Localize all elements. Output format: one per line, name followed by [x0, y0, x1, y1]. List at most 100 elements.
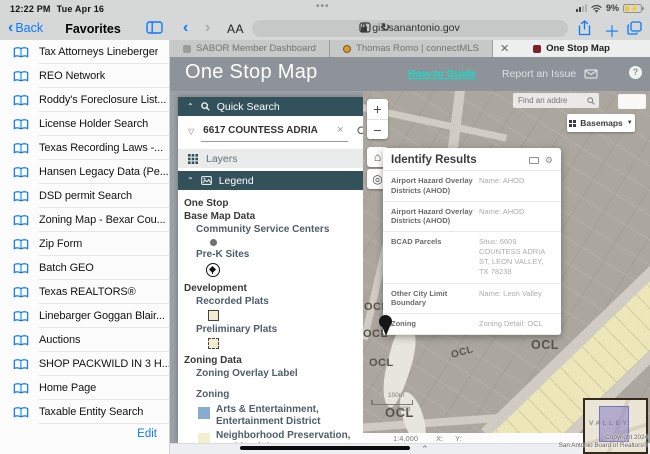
map-corner-control[interactable] [618, 94, 646, 109]
recorded-plats-swatch [208, 310, 219, 321]
zoom-out-button[interactable]: − [367, 119, 388, 139]
legend-layer: Community Service Centers [184, 223, 357, 236]
clear-search-icon[interactable]: × [337, 124, 347, 138]
connectmls-favicon [343, 45, 351, 53]
identify-row[interactable]: Airport Hazard Overlay Districts (AHOD)N… [383, 201, 561, 232]
favorite-item[interactable]: Taxable Entity Search [0, 400, 169, 424]
book-icon [13, 286, 29, 299]
collapse-chevron-icon[interactable]: ⌃ [187, 177, 194, 185]
sidebar-toggle-icon[interactable] [146, 21, 163, 34]
legend-entry: Neighborhood Preservation,Residential [184, 430, 357, 443]
favorite-item[interactable]: Tax Attorneys Lineberger [0, 40, 169, 64]
legend-entry: Arts & Entertainment,Entertainment Distr… [184, 404, 357, 427]
home-indicator[interactable] [240, 446, 410, 450]
legend-group: Development [184, 282, 357, 295]
address-bar[interactable]: gis.sanantonio.gov [252, 20, 568, 37]
new-tab-plus-icon[interactable]: ＋ [604, 18, 620, 42]
favorite-item[interactable]: License Holder Search [0, 112, 169, 136]
tab-connectmls[interactable]: Thomas Romo | connectMLS [330, 40, 493, 57]
favorite-item[interactable]: DSD permit Search [0, 184, 169, 208]
quick-search-input[interactable] [201, 125, 337, 138]
favorite-item[interactable]: REO Network [0, 64, 169, 88]
page-title: One Stop Map [185, 61, 318, 84]
charging-bolt-icon: ⚡ [629, 4, 639, 13]
find-address-box [513, 93, 599, 108]
favorite-item[interactable]: Roddy's Foreclosure List... [0, 88, 169, 112]
legend-header[interactable]: ⌃ Legend [178, 171, 363, 190]
legend-body: One Stop Base Map Data Community Service… [178, 190, 363, 443]
back-button[interactable]: ‹Back [8, 21, 43, 35]
identify-row[interactable]: BCAD ParcelsSitus: 6609 COUNTESS ADRIA S… [383, 231, 561, 283]
map-canvas[interactable]: OCL OCL OCL OCL OCL OCL 100m 400ft Basem… [363, 91, 650, 433]
tab-sabor-dashboard[interactable]: SABOR Member Dashboard [170, 40, 330, 57]
tab-overview-icon[interactable] [627, 21, 642, 35]
favorite-item[interactable]: Home Page [0, 376, 169, 400]
share-icon[interactable] [578, 20, 591, 36]
book-icon [13, 118, 29, 131]
zoom-controls: + − [367, 99, 388, 139]
book-icon [13, 70, 29, 83]
map-copyright: Copyright 2024 San Antonio Board of Real… [559, 434, 648, 450]
favorite-item[interactable]: Auctions [0, 328, 169, 352]
layers-widget[interactable]: Layers [178, 149, 363, 168]
dock-popup-icon[interactable] [529, 157, 539, 164]
favorite-item[interactable]: Zoning Map - Bexar Cou... [0, 208, 169, 232]
book-icon [13, 190, 29, 203]
book-icon [13, 238, 29, 251]
legend-group: Base Map Data [184, 210, 357, 223]
favorite-item[interactable]: Linebarger Goggan Blair... [0, 304, 169, 328]
book-icon [13, 358, 29, 371]
legend-image-icon [201, 176, 212, 185]
favorite-item[interactable]: Texas Recording Laws -... [0, 136, 169, 160]
safari-toolbar: ‹Back Favorites ‹ › AA gis.sanantonio.go… [0, 18, 650, 40]
edit-favorites-button[interactable]: Edit [137, 428, 157, 440]
nav-back-button[interactable]: ‹ [183, 19, 188, 37]
favorite-item[interactable]: Texas REALTORS® [0, 280, 169, 304]
status-bar: 12:22 PMTue Apr 16 ••• 9% ⚡ [0, 0, 650, 18]
nav-forward-button[interactable]: › [205, 19, 210, 37]
report-issue-link[interactable]: Report an Issue [502, 68, 576, 80]
search-type-dropdown-icon[interactable]: ▽ [188, 127, 194, 136]
book-icon [13, 94, 29, 107]
layers-grid-icon [188, 154, 198, 164]
help-icon[interactable]: ? [629, 66, 642, 79]
reader-aa-button[interactable]: AA [227, 22, 244, 36]
preliminary-plats-swatch [208, 338, 219, 349]
identify-row[interactable]: Other City Limit BoundaryName: Leon Vall… [383, 283, 561, 314]
expand-panel-chevron-icon[interactable]: ⌃ [421, 444, 429, 454]
collapse-chevron-icon[interactable]: ⌃ [187, 103, 194, 111]
reload-icon[interactable]: ↻ [381, 21, 390, 34]
favorite-item[interactable]: Zip Form [0, 232, 169, 256]
popup-settings-icon[interactable]: ⚙ [545, 156, 553, 165]
book-icon [13, 142, 29, 155]
book-icon [13, 46, 29, 59]
identify-row[interactable]: ZoningZoning Detail: UZROW [383, 334, 561, 335]
find-address-input[interactable] [513, 96, 587, 105]
zoom-in-button[interactable]: + [367, 99, 388, 119]
basemaps-grid-icon [569, 120, 576, 127]
search-icon[interactable] [587, 97, 595, 105]
tab-one-stop-map[interactable]: ✕One Stop Map [493, 40, 650, 57]
identify-row[interactable]: ZoningZoning Detail: OCL [383, 313, 561, 334]
tab-bar: SABOR Member Dashboard Thomas Romo | con… [170, 40, 650, 57]
identify-row[interactable]: Airport Hazard Overlay Districts (AHOD)N… [383, 170, 561, 201]
favorite-item[interactable]: Hansen Legacy Data (Pe... [0, 160, 169, 184]
ipad-screen: 12:22 PMTue Apr 16 ••• 9% ⚡ ‹Back Favori… [0, 0, 650, 454]
book-icon [13, 262, 29, 275]
quick-search-header[interactable]: ⌃ Quick Search [178, 97, 363, 116]
favorite-item[interactable]: SHOP PACKWILD IN 3 H... [0, 352, 169, 376]
neighborhood-preservation-swatch [198, 433, 210, 443]
howto-guide-link[interactable]: How-to Guide [408, 68, 476, 80]
envelope-icon[interactable] [584, 69, 598, 79]
battery-percent: 9% [606, 3, 619, 13]
csc-point-symbol [210, 239, 217, 246]
tab-close-icon[interactable]: ✕ [500, 42, 509, 55]
favorite-item[interactable]: Batch GEO [0, 256, 169, 280]
location-pin-icon [379, 315, 392, 328]
map-scale-ratio: 1:4,000 [393, 434, 418, 443]
page-menu-icon[interactable] [359, 22, 371, 33]
search-icon [201, 102, 210, 111]
basemaps-button[interactable]: Basemaps ▼ [567, 114, 635, 132]
multitask-dots-icon[interactable]: ••• [316, 1, 330, 12]
wifi-icon [591, 4, 602, 13]
